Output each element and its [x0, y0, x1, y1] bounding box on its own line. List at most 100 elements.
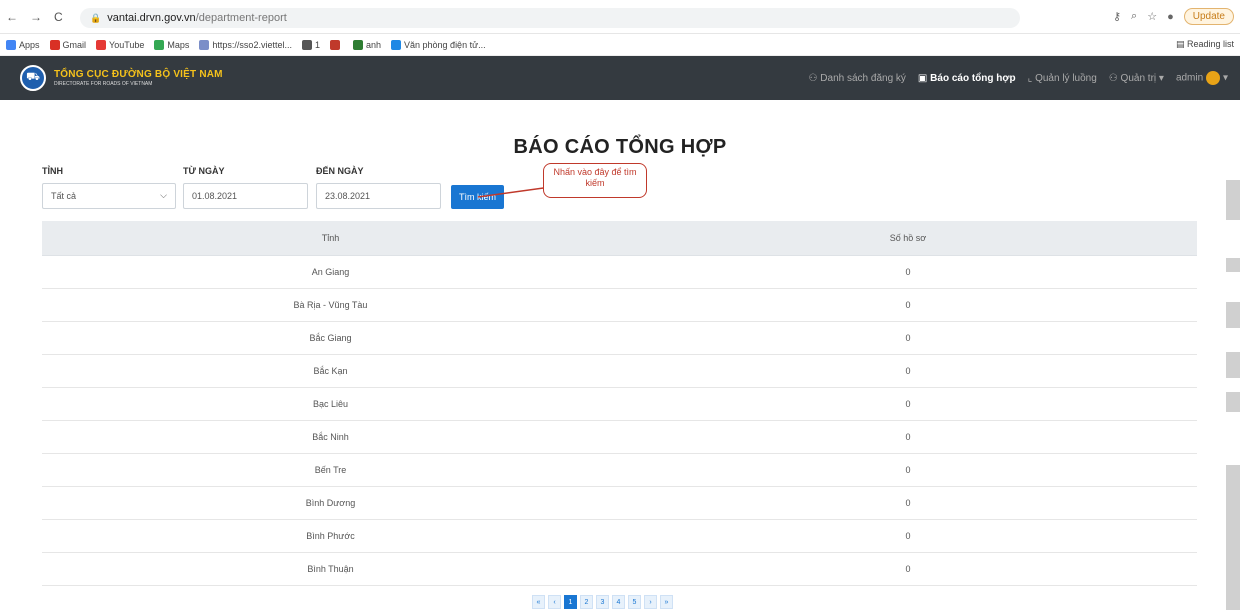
page-button-0[interactable]: « [532, 595, 545, 609]
province-select[interactable]: Tất cả ⌵ [42, 183, 176, 209]
bookmark-4[interactable]: https://sso2.viettel... [199, 39, 292, 50]
page-button-6[interactable]: 5 [628, 595, 641, 609]
bookmark-label: Gmail [62, 39, 87, 50]
bookmark-label: YouTube [109, 39, 145, 50]
cell-count: 0 [905, 432, 911, 442]
menu-summary-report[interactable]: ▣ Báo cáo tổng hợp [918, 73, 1016, 84]
bookmark-icon [352, 39, 363, 50]
app-header: ⛟ TỔNG CỤC ĐƯỜNG BỘ VIỆT NAM DIRECTORATE… [0, 56, 1240, 100]
province-label: TỈNH [42, 166, 63, 176]
page-button-2[interactable]: 1 [564, 595, 577, 609]
from-date-label: TỪ NGÀY [183, 166, 225, 176]
update-button[interactable]: Update [1183, 8, 1234, 25]
edge-artifact [1226, 392, 1240, 412]
bookmark-label: anh [365, 39, 382, 50]
edge-artifact [1226, 258, 1240, 272]
cell-count: 0 [905, 498, 911, 508]
page-button-3[interactable]: 2 [580, 595, 593, 609]
bookmark-label: Maps [167, 39, 190, 50]
user-menu[interactable]: admin ▾ [1176, 71, 1228, 85]
page-button-4[interactable]: 3 [596, 595, 609, 609]
bookmark-icon [329, 39, 340, 50]
page-button-1[interactable]: ‹ [548, 595, 561, 609]
cell-province: Bắc Ninh [312, 432, 349, 442]
to-date-input[interactable]: 23.08.2021 [316, 183, 441, 209]
lock-icon: 🔒 [90, 12, 102, 23]
user-icon: ⚇ [808, 72, 821, 84]
bookmark-6[interactable] [329, 39, 343, 50]
cell-province: Bạc Liêu [312, 399, 349, 409]
page-button-8[interactable]: » [660, 595, 673, 609]
edge-artifact [1226, 302, 1240, 328]
page-button-7[interactable]: › [644, 595, 657, 609]
menu-flow-management-label: Quản lý luồng [1035, 72, 1097, 84]
page-title: BÁO CÁO TỔNG HỢP [513, 136, 727, 158]
report-icon: ▣ [917, 72, 931, 84]
from-date-input[interactable]: 01.08.2021 [183, 183, 308, 209]
cell-count: 0 [905, 300, 911, 310]
back-icon[interactable]: ← [6, 10, 18, 24]
menu-admin-label: Quản trị [1120, 72, 1157, 84]
url-path: /department-report [195, 12, 287, 24]
reading-list-icon: ▤ [1175, 39, 1185, 49]
table-row: Bạc Liêu 0 [42, 388, 1197, 421]
cell-province: Bà Rịa - Vũng Tàu [293, 300, 368, 310]
from-date-value: 01.08.2021 [192, 191, 238, 201]
edge-artifact [1226, 352, 1240, 378]
table-header: Tỉnh Số hồ sơ [42, 221, 1197, 256]
browser-actions: ⚷ ⌕ ☆ ● Update [1113, 8, 1234, 25]
table-row: Bình Phước 0 [42, 520, 1197, 553]
search-button[interactable]: Tìm kiếm [451, 185, 504, 209]
table-row: Bến Tre 0 [42, 454, 1197, 487]
column-header-province[interactable]: Tỉnh [42, 221, 619, 255]
nav-buttons: ← → C [6, 10, 63, 24]
user-menu-label: admin [1175, 72, 1204, 84]
page: ← → C 🔒 vantai.drvn.gov.vn /department-r… [0, 0, 1240, 610]
reload-icon[interactable]: C [54, 10, 63, 24]
menu-registrations[interactable]: ⚇ Danh sách đăng ký [809, 73, 906, 84]
menu-flow-management[interactable]: ⌞ Quản lý luồng [1028, 73, 1097, 84]
bookmark-5[interactable]: 1 [301, 39, 320, 50]
to-date-label: ĐẾN NGÀY [316, 166, 364, 176]
pagination: «‹ 1 2 3 4 5 ›» [532, 595, 673, 609]
cell-province: Bình Thuận [307, 564, 354, 574]
bookmark-0[interactable]: Apps [6, 39, 40, 50]
table-row: Bắc Ninh 0 [42, 421, 1197, 454]
key-icon[interactable]: ⚷ [1113, 10, 1121, 23]
cell-province: Bến Tre [314, 465, 347, 475]
to-date-value: 23.08.2021 [325, 191, 371, 201]
reading-list[interactable]: ▤ Reading list [1176, 39, 1234, 50]
edge-artifact [1226, 465, 1240, 610]
browser-toolbar: ← → C 🔒 vantai.drvn.gov.vn /department-r… [0, 0, 1240, 34]
forward-icon[interactable]: → [30, 10, 42, 24]
bookmark-label: Apps [19, 39, 40, 50]
logo-icon[interactable]: ⛟ [20, 65, 46, 91]
bookmark-7[interactable]: anh [352, 39, 382, 50]
address-bar[interactable]: 🔒 vantai.drvn.gov.vn /department-report [80, 8, 1020, 28]
brand-subtitle: DIRECTORATE FOR ROADS OF VIETNAM [54, 81, 153, 87]
bookmark-icon [49, 39, 60, 50]
menu-admin[interactable]: ⚇ Quản trị ▾ [1109, 73, 1164, 84]
column-header-count[interactable]: Số hồ sơ [619, 221, 1197, 255]
cell-count: 0 [905, 399, 911, 409]
brand: TỔNG CỤC ĐƯỜNG BỘ VIỆT NAM DIRECTORATE F… [54, 69, 223, 87]
page-button-5[interactable]: 4 [612, 595, 625, 609]
table-row: An Giang 0 [42, 256, 1197, 289]
table-row: Bình Dương 0 [42, 487, 1197, 520]
cell-count: 0 [905, 465, 911, 475]
bookmark-icon [391, 39, 402, 50]
search-hint-callout: Nhấn vào đây để tìm kiếm [543, 163, 647, 198]
bookmark-3[interactable]: Maps [154, 39, 190, 50]
bookmark-2[interactable]: YouTube [96, 39, 145, 50]
star-icon[interactable]: ☆ [1147, 10, 1157, 23]
profile-icon[interactable]: ● [1167, 11, 1174, 23]
cell-count: 0 [905, 564, 911, 574]
cell-province: Bắc Giang [309, 333, 352, 343]
zoom-icon[interactable]: ⌕ [1131, 10, 1137, 23]
bookmark-1[interactable]: Gmail [49, 39, 87, 50]
cell-count: 0 [905, 333, 911, 343]
bookmark-icon [6, 39, 16, 50]
admin-user-icon: ⚇ [1108, 72, 1121, 84]
chart-icon: ⌞ [1027, 72, 1036, 84]
bookmark-8[interactable]: Văn phòng điện tử... [391, 39, 486, 50]
